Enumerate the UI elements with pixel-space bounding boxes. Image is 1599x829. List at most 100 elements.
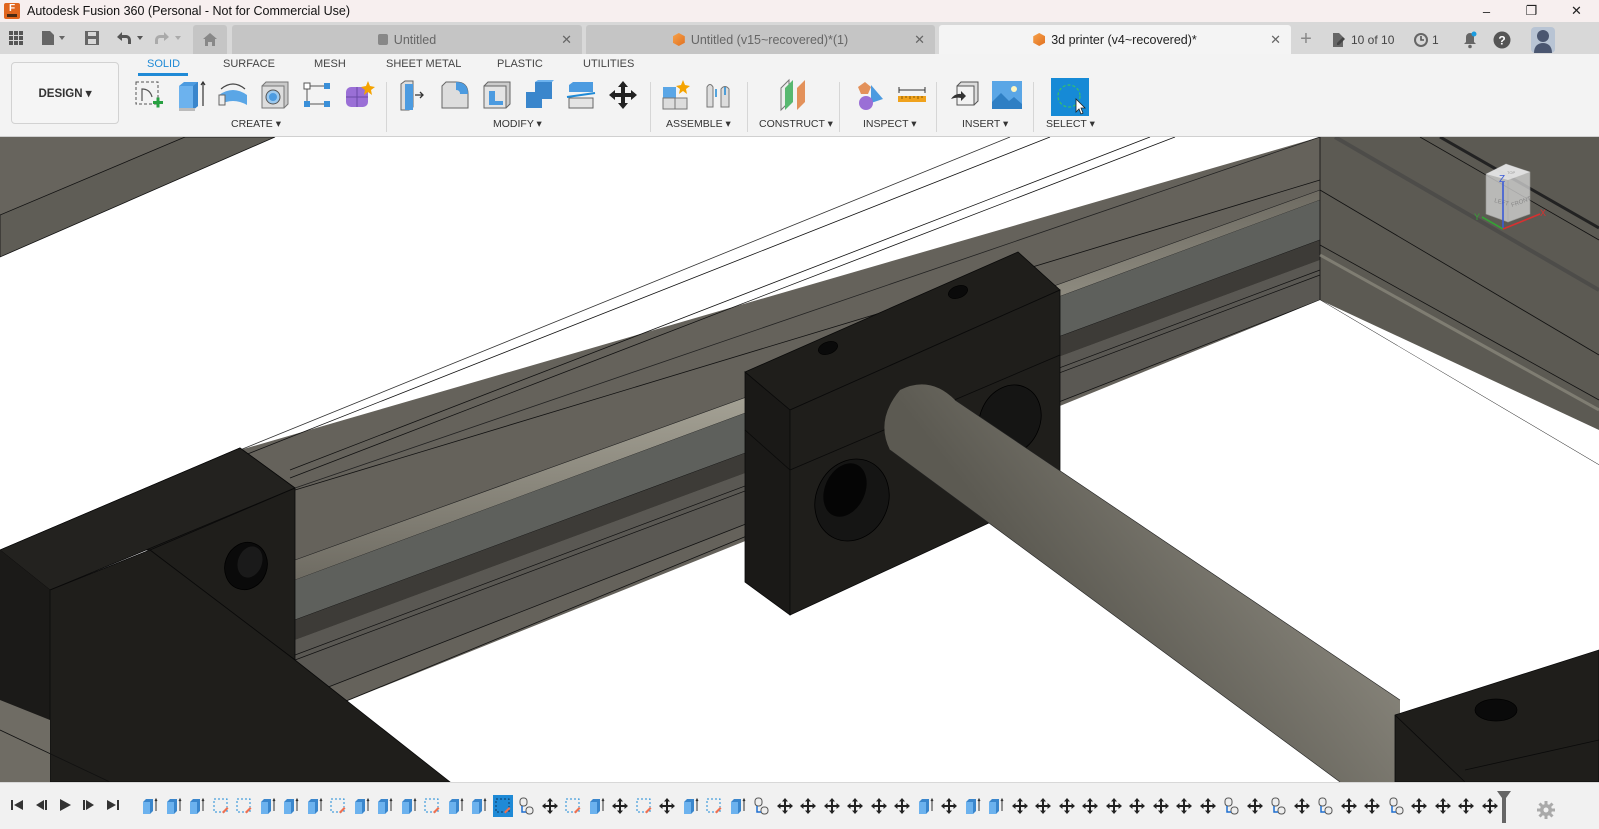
tab-surface[interactable]: SURFACE: [223, 58, 275, 70]
insert-derive-button[interactable]: [948, 78, 982, 112]
fillet-button[interactable]: [438, 78, 472, 112]
timeline-feature-joint[interactable]: [516, 795, 536, 817]
construct-menu[interactable]: CONSTRUCT ▾: [759, 118, 833, 130]
create-sketch-button[interactable]: [132, 78, 166, 112]
minimize-button[interactable]: –: [1464, 0, 1509, 22]
help-button[interactable]: ?: [1493, 25, 1511, 54]
timeline-feature-extrude[interactable]: [587, 795, 607, 817]
tab-utilities[interactable]: UTILITIES: [583, 58, 634, 70]
timeline-feature-extrude[interactable]: [305, 795, 325, 817]
timeline-feature-move[interactable]: [657, 795, 677, 817]
timeline-feature-extrude[interactable]: [187, 795, 207, 817]
timeline-feature-move[interactable]: [869, 795, 889, 817]
timeline-feature-extrude[interactable]: [258, 795, 278, 817]
timeline-feature-move[interactable]: [1292, 795, 1312, 817]
timeline-feature-joint[interactable]: [1221, 795, 1241, 817]
timeline-feature-move[interactable]: [1339, 795, 1359, 817]
component-color-button[interactable]: [852, 78, 886, 112]
notifications-button[interactable]: [1462, 25, 1478, 54]
tab-plastic[interactable]: PLASTIC: [497, 58, 543, 70]
tab-sheet-metal[interactable]: SHEET METAL: [386, 58, 461, 70]
timeline-feature-joint[interactable]: [1315, 795, 1335, 817]
new-tab-button[interactable]: +: [1295, 25, 1317, 54]
measure-button[interactable]: [895, 78, 929, 112]
history-button[interactable]: 1: [1413, 25, 1439, 54]
tab-untitled[interactable]: Untitled ✕: [232, 25, 582, 54]
timeline-feature-sketch[interactable]: [704, 795, 724, 817]
timeline-feature-move[interactable]: [892, 795, 912, 817]
timeline-feature-move[interactable]: [1456, 795, 1476, 817]
close-tab-icon[interactable]: ✕: [914, 32, 925, 48]
undo-icon[interactable]: [114, 28, 146, 48]
move-copy-button[interactable]: [606, 78, 640, 112]
timeline-feature-move[interactable]: [1433, 795, 1453, 817]
timeline-feature-joint[interactable]: [1386, 795, 1406, 817]
3d-viewport-canvas[interactable]: LEFT FRONT TOP Z Y X: [0, 137, 1599, 782]
timeline-feature-move[interactable]: [845, 795, 865, 817]
offset-plane-button[interactable]: [776, 78, 810, 112]
close-button[interactable]: ✕: [1554, 0, 1599, 22]
timeline-feature-extrude[interactable]: [164, 795, 184, 817]
timeline-feature-move[interactable]: [822, 795, 842, 817]
timeline-feature-extrude[interactable]: [399, 795, 419, 817]
timeline-feature-move[interactable]: [540, 795, 560, 817]
close-tab-icon[interactable]: ✕: [561, 32, 572, 48]
timeline-feature-extrude[interactable]: [963, 795, 983, 817]
avatar[interactable]: [1531, 25, 1555, 54]
tab-3d-printer[interactable]: 3d printer (v4~recovered)* ✕: [939, 25, 1291, 54]
play-button[interactable]: [58, 799, 72, 814]
workspace-switcher[interactable]: DESIGN ▾: [11, 62, 119, 124]
timeline-feature-move[interactable]: [1033, 795, 1053, 817]
timeline-feature-extrude[interactable]: [446, 795, 466, 817]
create-menu[interactable]: CREATE ▾: [231, 118, 281, 130]
revolve-button[interactable]: [216, 78, 250, 112]
timeline-feature-extrude[interactable]: [469, 795, 489, 817]
timeline-marker[interactable]: [1497, 791, 1511, 828]
timeline-feature-extrude[interactable]: [375, 795, 395, 817]
timeline-feature-sketch[interactable]: [492, 795, 513, 817]
timeline-feature-move[interactable]: [1245, 795, 1265, 817]
timeline-feature-move[interactable]: [1010, 795, 1030, 817]
timeline-feature-sketch[interactable]: [422, 795, 442, 817]
hole-button[interactable]: [258, 78, 292, 112]
timeline-feature-sketch[interactable]: [563, 795, 583, 817]
timeline-feature-extrude[interactable]: [728, 795, 748, 817]
insert-menu[interactable]: INSERT ▾: [962, 118, 1008, 130]
viewcube-top-face[interactable]: TOP: [1507, 170, 1515, 175]
viewcube[interactable]: LEFT FRONT TOP Z Y X: [1470, 162, 1550, 252]
timeline-feature-move[interactable]: [939, 795, 959, 817]
home-button[interactable]: [193, 25, 227, 54]
step-back-button[interactable]: [34, 799, 48, 814]
timeline-feature-move[interactable]: [1080, 795, 1100, 817]
timeline-feature-move[interactable]: [1057, 795, 1077, 817]
timeline-feature-move[interactable]: [1362, 795, 1382, 817]
insert-canvas-button[interactable]: [990, 78, 1024, 112]
go-to-start-button[interactable]: [10, 799, 24, 814]
timeline-feature-move[interactable]: [1174, 795, 1194, 817]
timeline-feature-joint[interactable]: [751, 795, 771, 817]
select-menu[interactable]: SELECT ▾: [1046, 118, 1095, 130]
job-status-button[interactable]: 10 of 10: [1331, 25, 1394, 54]
shell-button[interactable]: [480, 78, 514, 112]
maximize-button[interactable]: ❐: [1509, 0, 1554, 22]
combine-button[interactable]: [522, 78, 556, 112]
rectangular-pattern-button[interactable]: [300, 78, 334, 112]
split-body-button[interactable]: [564, 78, 598, 112]
timeline-feature-sketch[interactable]: [234, 795, 254, 817]
inspect-menu[interactable]: INSPECT ▾: [863, 118, 917, 130]
tab-untitled-v15[interactable]: Untitled (v15~recovered)*(1) ✕: [586, 25, 935, 54]
timeline-feature-move[interactable]: [1409, 795, 1429, 817]
timeline-feature-extrude[interactable]: [681, 795, 701, 817]
timeline-feature-sketch[interactable]: [211, 795, 231, 817]
timeline-feature-move[interactable]: [798, 795, 818, 817]
tab-mesh[interactable]: MESH: [314, 58, 346, 70]
timeline-settings-button[interactable]: [1537, 801, 1555, 824]
extrude-button[interactable]: [174, 78, 208, 112]
timeline-feature-extrude[interactable]: [352, 795, 372, 817]
timeline-feature-extrude[interactable]: [916, 795, 936, 817]
press-pull-button[interactable]: [396, 78, 430, 112]
timeline-feature-sketch[interactable]: [328, 795, 348, 817]
save-icon[interactable]: [83, 28, 101, 48]
timeline-feature-joint[interactable]: [1268, 795, 1288, 817]
timeline-feature-move[interactable]: [1151, 795, 1171, 817]
